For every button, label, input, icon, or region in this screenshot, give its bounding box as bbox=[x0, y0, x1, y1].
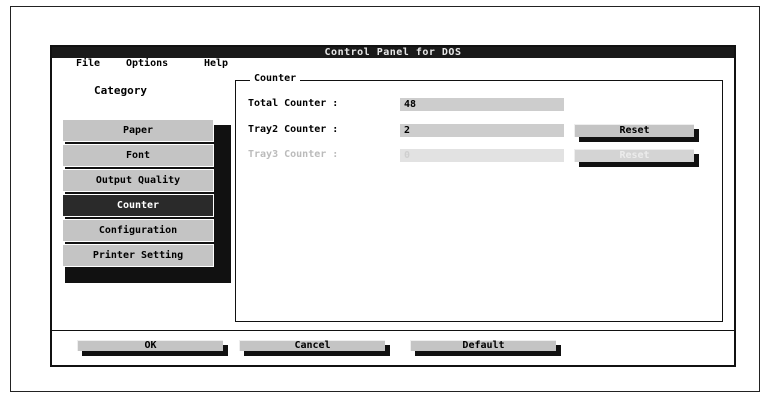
ok-button-wrap: OK bbox=[77, 340, 228, 356]
total-counter-label: Total Counter : bbox=[248, 98, 339, 109]
cancel-button-wrap: Cancel bbox=[239, 340, 390, 356]
counter-group: Counter Total Counter : 48 Tray2 Counter… bbox=[235, 73, 723, 322]
tray2-reset-button-wrap: Reset bbox=[574, 124, 699, 142]
window-title: Control Panel for DOS bbox=[52, 47, 734, 58]
sidebar-item-configuration[interactable]: Configuration bbox=[62, 219, 214, 242]
tray3-reset-button[interactable]: Reset bbox=[574, 149, 694, 162]
sidebar-item-counter[interactable]: Counter bbox=[62, 194, 214, 217]
tray3-counter-label: Tray3 Counter : bbox=[248, 149, 339, 160]
menu-help[interactable]: Help bbox=[204, 58, 228, 70]
ok-button[interactable]: OK bbox=[77, 340, 223, 351]
default-button-wrap: Default bbox=[410, 340, 561, 356]
tray2-reset-button[interactable]: Reset bbox=[574, 124, 694, 137]
menu-options[interactable]: Options bbox=[126, 58, 168, 70]
tray2-counter-field: 2 bbox=[400, 124, 564, 137]
tray3-reset-button-wrap: Reset bbox=[574, 149, 699, 167]
tray3-counter-field: 0 bbox=[400, 149, 564, 162]
sidebar-item-output-quality[interactable]: Output Quality bbox=[62, 169, 214, 192]
sidebar-item-paper[interactable]: Paper bbox=[62, 119, 214, 142]
cancel-button[interactable]: Cancel bbox=[239, 340, 385, 351]
counter-group-title: Counter bbox=[250, 73, 301, 84]
total-counter-field: 48 bbox=[400, 98, 564, 111]
footer-divider bbox=[52, 330, 734, 331]
control-panel-window: Control Panel for DOS File Options Help … bbox=[50, 45, 736, 367]
default-button[interactable]: Default bbox=[410, 340, 556, 351]
menu-file[interactable]: File bbox=[76, 58, 100, 70]
tray2-counter-label: Tray2 Counter : bbox=[248, 124, 339, 135]
sidebar-item-printer-setting[interactable]: Printer Setting bbox=[62, 244, 214, 267]
sidebar-item-font[interactable]: Font bbox=[62, 144, 214, 167]
category-heading: Category bbox=[94, 84, 147, 97]
